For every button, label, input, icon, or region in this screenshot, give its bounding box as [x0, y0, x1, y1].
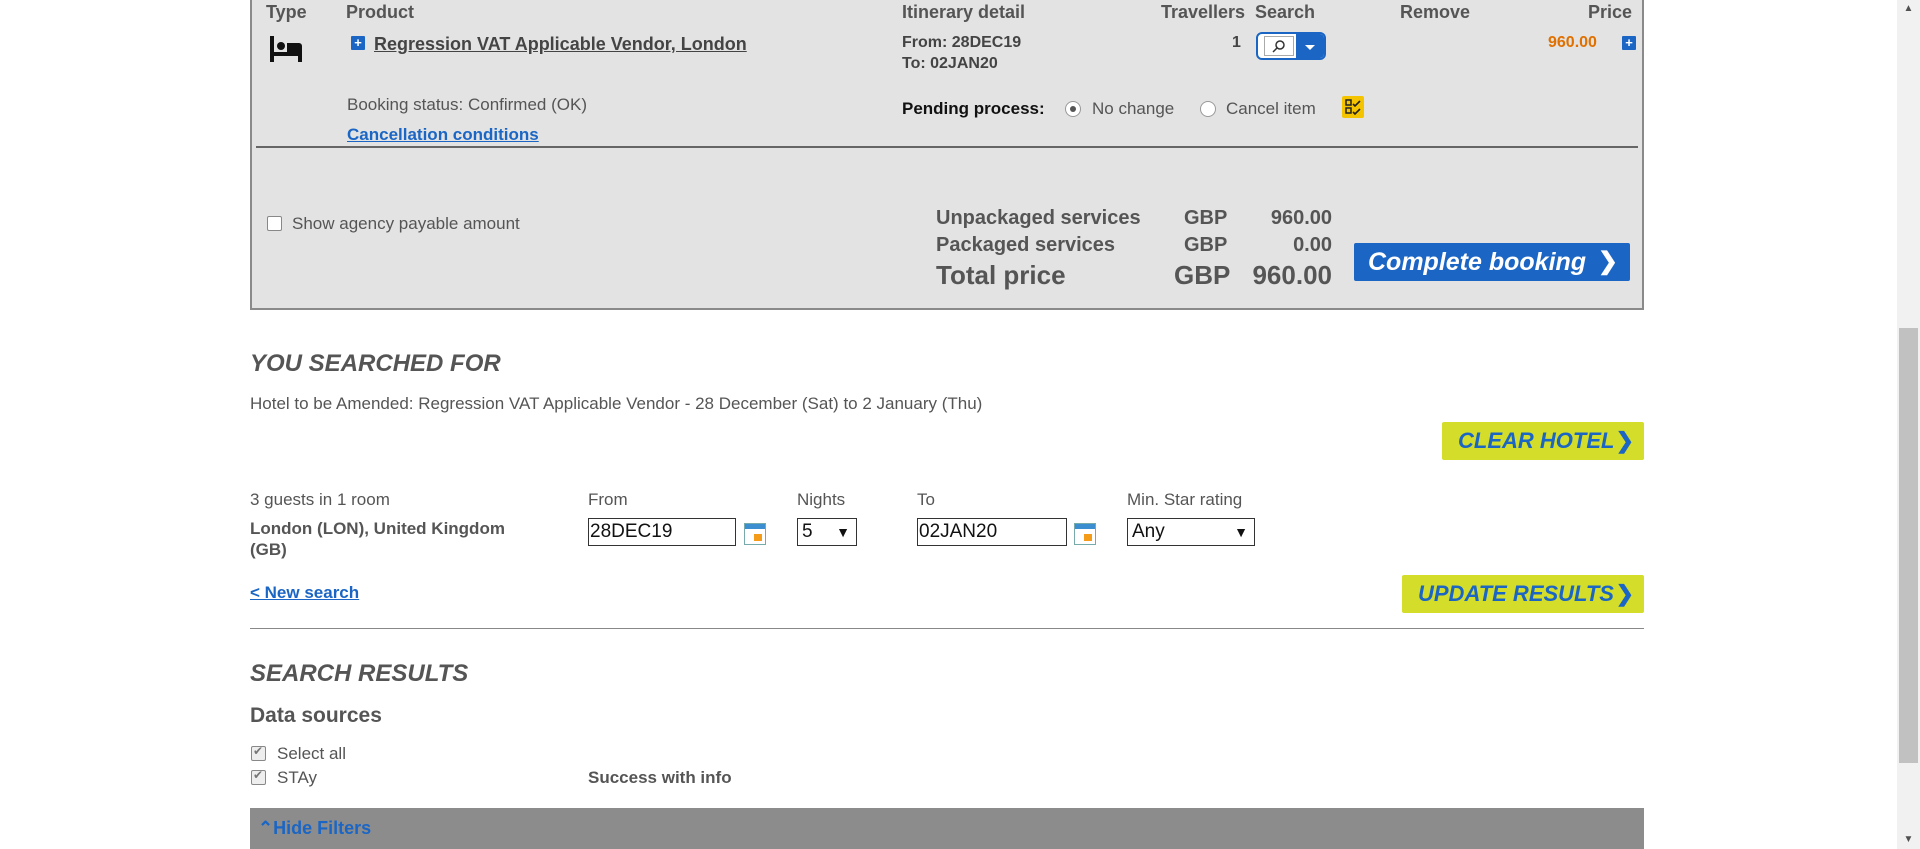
page: Type Product Itinerary detail Travellers… [0, 0, 1897, 849]
clear-hotel-button[interactable]: CLEAR HOTEL ❯ [1442, 422, 1644, 460]
price-details-icon[interactable]: + [1622, 36, 1636, 50]
magnifier-icon [1264, 36, 1294, 56]
pending-process-label: Pending process: [902, 99, 1045, 118]
packaged-amount: 0.00 [1293, 234, 1332, 256]
header-search: Search [1255, 2, 1316, 22]
unpackaged-amount: 960.00 [1270, 207, 1332, 229]
header-remove: Remove [1400, 2, 1471, 22]
booking-status: Booking status: Confirmed (OK) [347, 95, 587, 114]
star-rating-label: Min. Star rating [1127, 490, 1243, 509]
searched-title: YOU SEARCHED FOR [250, 350, 501, 377]
radio-no-change-label: No change [1092, 99, 1175, 118]
source-status: Success with info [588, 768, 732, 787]
calendar-icon[interactable] [1074, 523, 1096, 545]
update-results-label: UPDATE RESULTS [1418, 581, 1614, 606]
unpackaged-currency: GBP [1184, 207, 1228, 229]
dropdown-arrow-icon: ▼ [1234, 524, 1248, 540]
data-sources-title: Data sources [250, 704, 382, 727]
searched-description: Hotel to be Amended: Regression VAT Appl… [250, 394, 983, 413]
hide-filters-toggle[interactable]: ⌃Hide Filters [258, 818, 371, 839]
bed-icon [270, 36, 302, 62]
search-dropdown-button[interactable] [1256, 32, 1326, 60]
select-all-label: Select all [277, 744, 346, 763]
item-price: 960.00 [1548, 34, 1597, 51]
update-results-button[interactable]: UPDATE RESULTS ❯ [1402, 575, 1644, 613]
scroll-down-arrow-icon[interactable]: ▼ [1897, 831, 1920, 849]
nights-select[interactable]: 5 ▼ [797, 518, 857, 546]
chevron-down-icon [1296, 34, 1324, 58]
cancellation-conditions-link[interactable]: Cancellation conditions [347, 125, 539, 145]
to-label: To [917, 490, 935, 509]
nights-label: Nights [797, 490, 846, 509]
show-agency-label: Show agency payable amount [292, 214, 520, 233]
radio-no-change[interactable] [1065, 101, 1081, 117]
chevron-right-icon: ❯ [1597, 248, 1618, 275]
calendar-icon[interactable] [744, 523, 766, 545]
clear-hotel-label: CLEAR HOTEL [1458, 428, 1615, 453]
dropdown-arrow-icon: ▼ [836, 524, 850, 540]
scroll-up-arrow-icon[interactable]: ▲ [1897, 0, 1920, 18]
itinerary-from: From: 28DEC19 [902, 34, 1022, 51]
chevron-right-icon: ❯ [1615, 428, 1634, 453]
itinerary-to: To: 02JAN20 [902, 55, 998, 72]
booking-panel: Type Product Itinerary detail Travellers… [250, 0, 1644, 310]
from-date-input[interactable] [588, 518, 736, 546]
show-agency-checkbox[interactable] [267, 216, 282, 231]
chevron-up-icon: ⌃ [258, 818, 274, 838]
complete-booking-label: Complete booking [1368, 248, 1587, 276]
radio-cancel-item[interactable] [1200, 101, 1216, 117]
header-price: Price [1588, 2, 1633, 22]
source-checkbox[interactable] [251, 768, 266, 785]
select-all-checkbox[interactable] [251, 744, 266, 761]
total-amount: 960.00 [1252, 260, 1332, 290]
filters-bar: ⌃Hide Filters [250, 808, 1644, 849]
complete-booking-button[interactable]: Complete booking ❯ [1354, 243, 1630, 281]
header-travellers: Travellers [1161, 2, 1246, 22]
star-rating-select[interactable]: Any ▼ [1127, 518, 1255, 546]
source-name: STAy [277, 768, 317, 787]
divider [256, 146, 1638, 148]
header-product: Product [346, 2, 415, 22]
header-itinerary: Itinerary detail [902, 2, 1026, 22]
task-checklist-icon[interactable] [1342, 96, 1364, 118]
nights-value: 5 [802, 521, 813, 542]
results-title: SEARCH RESULTS [250, 660, 469, 687]
packaged-label: Packaged services [936, 234, 1116, 256]
travellers-count: 1 [1232, 34, 1241, 51]
new-search-link[interactable]: < New search [250, 583, 359, 603]
star-rating-value: Any [1132, 521, 1165, 542]
total-label: Total price [936, 260, 1066, 290]
product-link[interactable]: Regression VAT Applicable Vendor, London [374, 34, 747, 55]
section-divider [250, 628, 1644, 629]
chevron-right-icon: ❯ [1615, 581, 1634, 606]
location: London (LON), United Kingdom (GB) [250, 519, 505, 559]
packaged-currency: GBP [1184, 234, 1228, 256]
scrollbar-thumb[interactable] [1899, 328, 1918, 763]
hide-filters-label: Hide Filters [273, 818, 372, 838]
from-label: From [588, 490, 628, 509]
expand-product-icon[interactable]: + [351, 36, 365, 50]
unpackaged-label: Unpackaged services [936, 207, 1141, 229]
radio-cancel-item-label: Cancel item [1226, 99, 1316, 118]
header-type: Type [266, 2, 307, 22]
to-date-input[interactable] [917, 518, 1067, 546]
guests-summary: 3 guests in 1 room [250, 490, 390, 509]
